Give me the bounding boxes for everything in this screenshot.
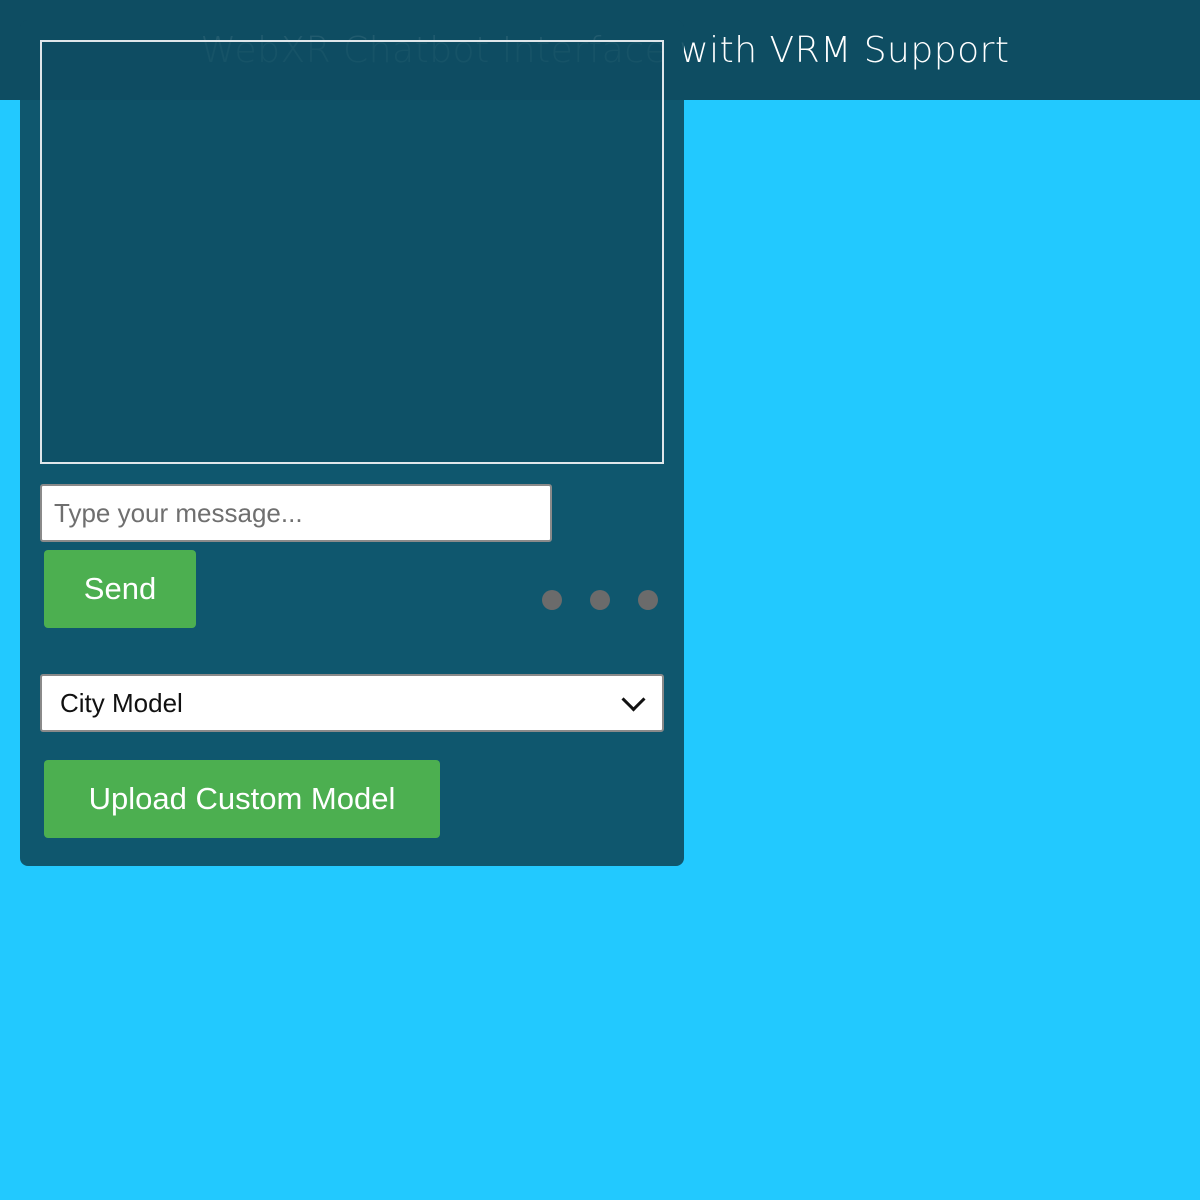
typing-dot xyxy=(638,590,658,610)
message-input[interactable] xyxy=(40,484,552,542)
chat-messages-area[interactable] xyxy=(40,40,664,464)
upload-custom-model-button[interactable]: Upload Custom Model xyxy=(44,760,440,838)
chat-panel: Send City Model Upload Custom Model xyxy=(20,20,684,866)
model-select[interactable]: City Model xyxy=(40,674,664,732)
send-button[interactable]: Send xyxy=(44,550,196,628)
typing-dot xyxy=(590,590,610,610)
typing-dot xyxy=(542,590,562,610)
model-select-value: City Model xyxy=(60,687,183,718)
typing-indicator xyxy=(542,590,662,610)
chevron-down-icon xyxy=(621,686,646,712)
